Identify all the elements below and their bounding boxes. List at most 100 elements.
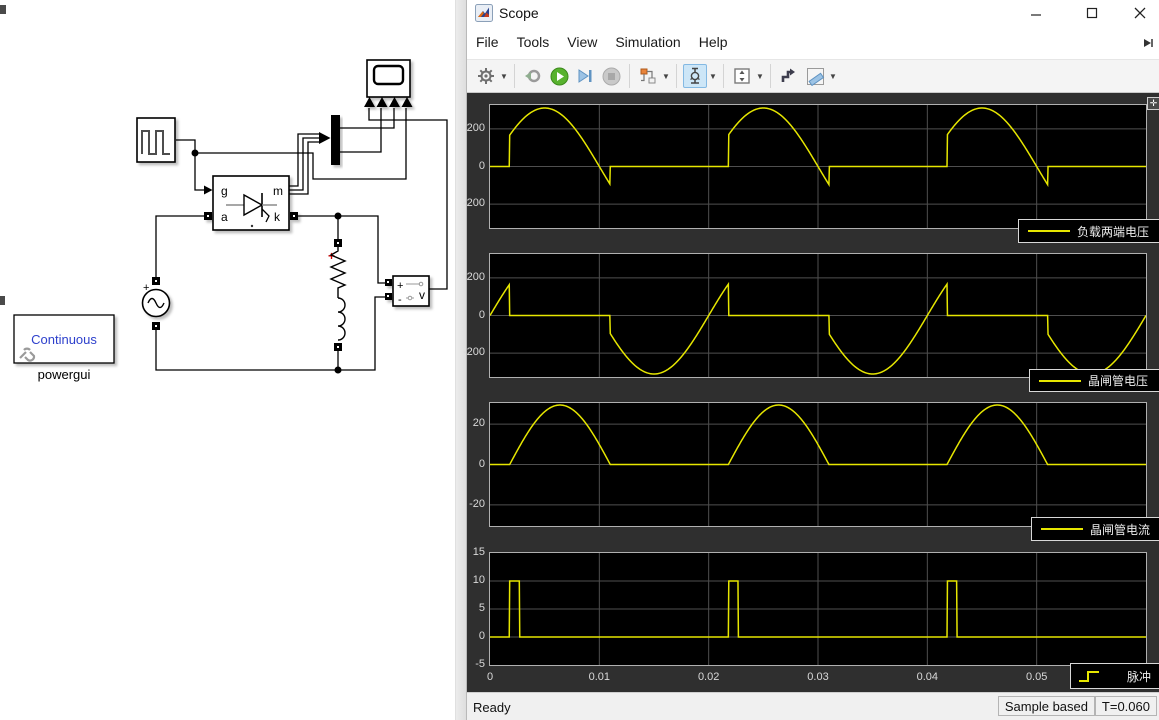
y-tick-label: 0 [479, 458, 485, 470]
scope-axes-3 [489, 402, 1147, 527]
y-tick-label: 0 [479, 309, 485, 321]
trigger-dropdown-caret[interactable]: ▼ [708, 64, 718, 88]
port-label-a: a [221, 210, 228, 224]
legend-step-icon [1075, 667, 1109, 685]
canvas-edge-mark [0, 296, 5, 305]
y-tick-label: 5 [479, 602, 485, 614]
legend-line-icon [1034, 372, 1086, 390]
trigger-button[interactable] [683, 64, 707, 88]
rlc-branch-block[interactable]: + [328, 239, 345, 351]
menu-item-simulation[interactable]: Simulation [606, 26, 689, 50]
demux-block[interactable] [331, 115, 340, 165]
legend-label: 负载两端电压 [1077, 223, 1149, 240]
toolbar-separator [723, 64, 724, 88]
axes-scaling-button[interactable] [730, 64, 754, 88]
powergui-block-label: powergui [38, 367, 91, 382]
wire-pulse-to-scope4 [195, 108, 406, 179]
y-tick-label: -200 [463, 346, 485, 358]
gear-icon [477, 67, 495, 85]
signal-configuration-button[interactable] [636, 64, 660, 88]
signal-blocks-icon [639, 67, 657, 85]
settings-dropdown-caret[interactable]: ▼ [499, 64, 509, 88]
axes-scaling-caret[interactable]: ▼ [755, 64, 765, 88]
x-tick-label: 0.03 [804, 671, 832, 683]
port-label-m: m [273, 184, 283, 198]
signal-wires [156, 108, 447, 370]
step-arrow-icon [780, 67, 798, 85]
x-tick-label: 0.04 [913, 671, 941, 683]
vmeas-label: v [419, 288, 425, 302]
gear-back-arrow-icon [524, 67, 542, 85]
y-tick-label: 15 [473, 546, 485, 558]
step-forward-button[interactable] [573, 64, 597, 88]
run-icon [550, 67, 569, 86]
legend-load_voltage: 负载两端电压 [1018, 219, 1159, 243]
menu-item-view[interactable]: View [558, 26, 606, 50]
measurements-button[interactable] [803, 64, 827, 88]
y-tick-label: 200 [467, 271, 485, 283]
wire-junction-dot [335, 213, 342, 220]
toolbar-overflow-icon[interactable] [1143, 38, 1155, 48]
x-tick-label: 0.01 [585, 671, 613, 683]
toolbar-separator [676, 64, 677, 88]
canvas-edge-mark [0, 5, 6, 14]
voltage-measurement-block[interactable]: + - v [385, 276, 429, 306]
model-diagram: g a m k [0, 0, 455, 720]
axes-expand-icon[interactable]: ✛ [1147, 97, 1159, 110]
minimize-button[interactable] [1021, 2, 1051, 24]
legend-line-icon [1023, 222, 1075, 240]
toolbar-separator [629, 64, 630, 88]
simulink-model-canvas[interactable]: g a m k [0, 0, 455, 720]
scope-port-3 [389, 97, 400, 107]
y-tick-label: 200 [467, 122, 485, 134]
y-tick-label: -5 [475, 658, 485, 670]
scope-block[interactable] [364, 60, 413, 107]
powergui-block[interactable]: Continuous [14, 315, 114, 363]
y-tick-label: 0 [479, 630, 485, 642]
close-button[interactable] [1125, 2, 1155, 24]
scope-screen-icon [374, 66, 403, 84]
statusbar: Ready Sample based T=0.060 [467, 692, 1159, 720]
powergui-mode-text: Continuous [31, 332, 97, 347]
status-sim-time: T=0.060 [1095, 696, 1157, 716]
wire-bundle-2 [289, 138, 319, 190]
step-forward-icon [576, 67, 594, 85]
status-text: Ready [473, 700, 511, 715]
wire-junction-dot [192, 150, 199, 157]
ac-voltage-source-block[interactable]: + [143, 277, 170, 330]
y-tick-label: -20 [469, 498, 485, 510]
measurements-caret[interactable]: ▼ [828, 64, 838, 88]
restore-defaults-button[interactable] [521, 64, 545, 88]
y-tick-label: 20 [473, 417, 485, 429]
vmeas-plus-label: + [397, 280, 403, 292]
menu-item-help[interactable]: Help [690, 26, 737, 50]
resistor-icon [331, 247, 345, 292]
step-input-button[interactable] [777, 64, 801, 88]
stop-icon [602, 67, 621, 86]
trigger-icon [686, 67, 704, 85]
port-label-k: k [274, 210, 281, 224]
signal-configuration-caret[interactable]: ▼ [661, 64, 671, 88]
thyristor-block[interactable]: g a m k [204, 176, 298, 230]
scope-axes-4 [489, 552, 1147, 666]
vmeas-minus-label: - [398, 294, 402, 306]
maximize-button[interactable] [1077, 2, 1107, 24]
x-tick-label: 0.02 [695, 671, 723, 683]
menu-item-tools[interactable]: Tools [508, 26, 559, 50]
gate-arrowhead [204, 186, 213, 195]
titlebar[interactable]: Scope [467, 0, 1159, 26]
screen: g a m k [0, 0, 1159, 720]
legend-gate_pulse: 脉冲 [1070, 663, 1159, 689]
menu-item-file[interactable]: File [467, 26, 508, 50]
pulse-generator-block[interactable] [137, 118, 175, 162]
stop-button[interactable] [599, 64, 623, 88]
menubar: FileToolsViewSimulationHelp [467, 26, 1159, 59]
settings-gear-button[interactable] [474, 64, 498, 88]
scope-plot-canvas: 2000-200负载两端电压2000-200晶闸管电压200-20晶闸管电流15… [467, 93, 1159, 692]
wire-demux2-to-scope2 [340, 108, 381, 152]
x-tick-label: 0.05 [1023, 671, 1051, 683]
legend-label: 晶闸管电压 [1088, 372, 1148, 389]
axes-scaling-icon [733, 67, 751, 85]
run-button[interactable] [547, 64, 571, 88]
demux-input-arrowhead [319, 132, 331, 144]
